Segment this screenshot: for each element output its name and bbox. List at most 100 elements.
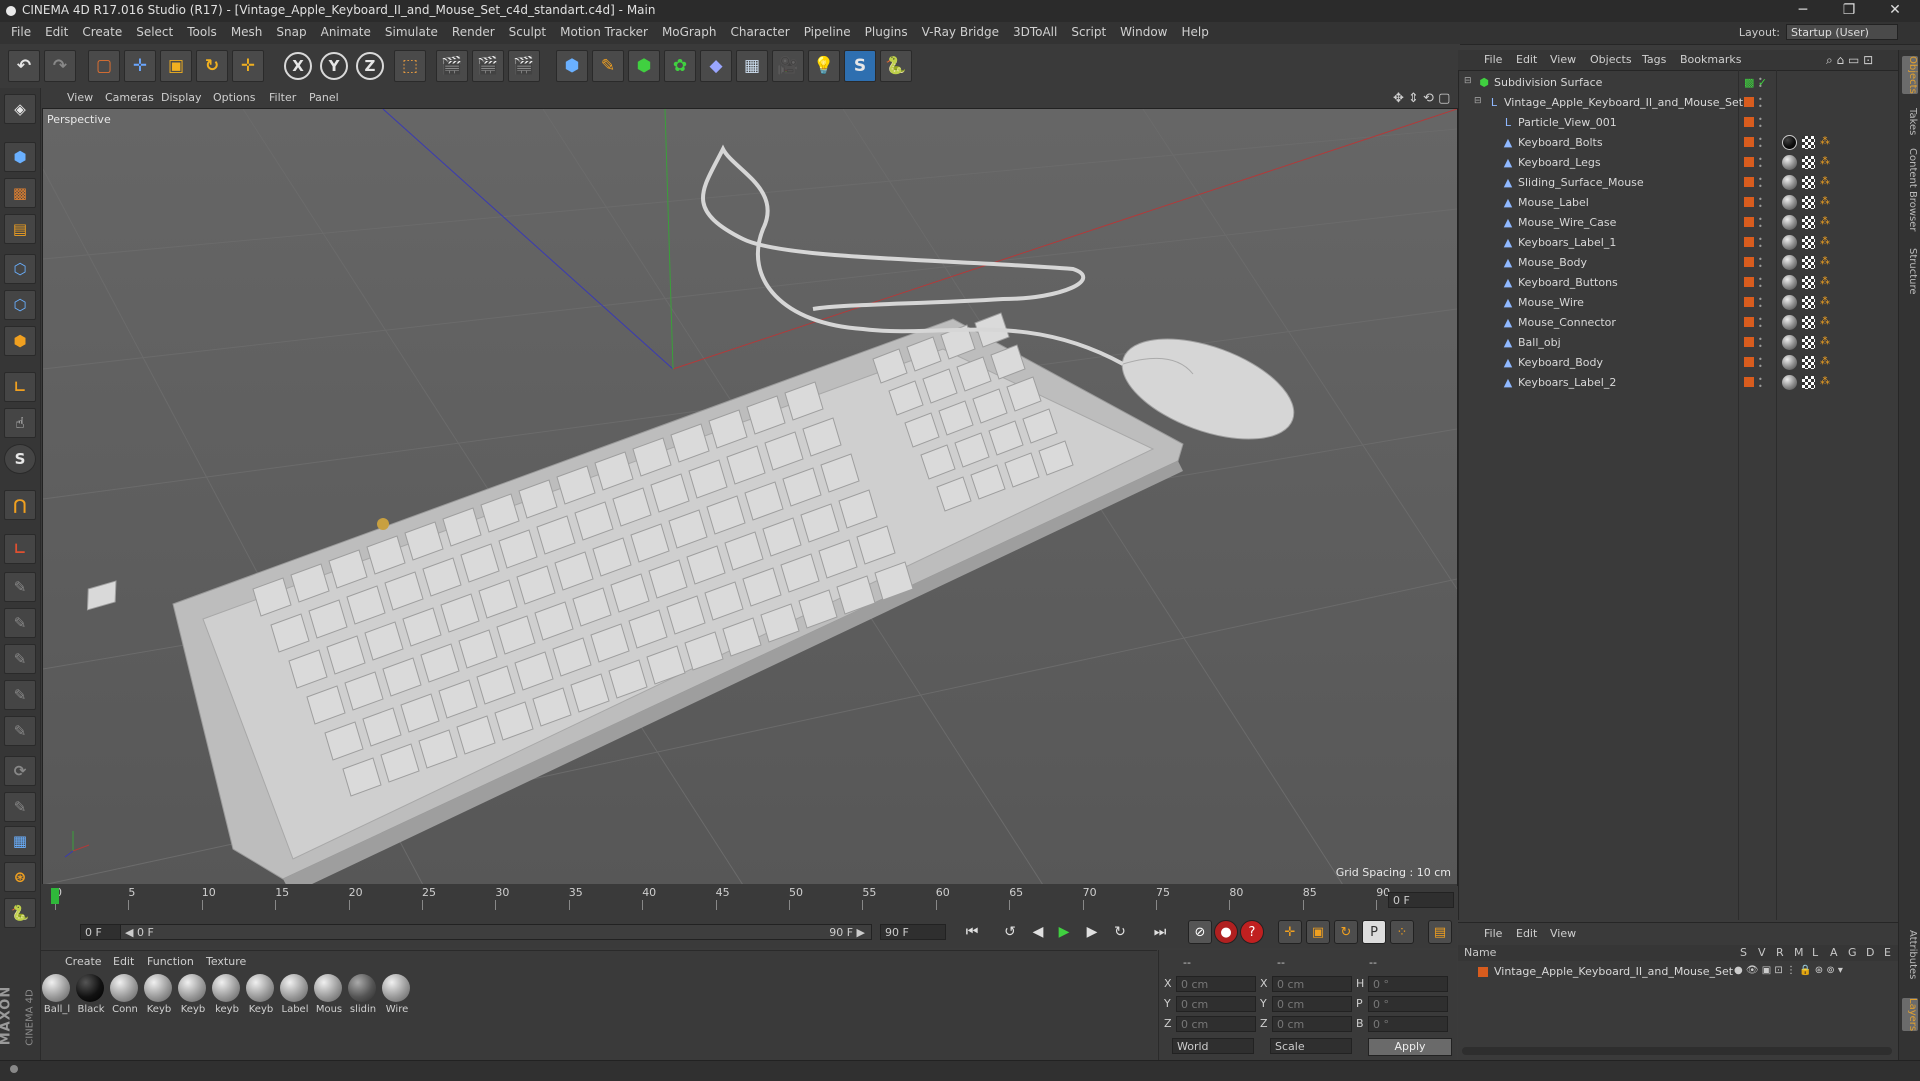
object-row[interactable]: ▲ Keyboard_Legs • • ⁂ [1460,153,1896,173]
vray-tag-icon[interactable]: ⁂ [1820,157,1830,167]
magnet-icon[interactable]: ⋂ [4,490,36,520]
layer-color-icon[interactable] [1744,137,1754,147]
menu-mograph[interactable]: MoGraph [655,25,724,39]
menu-motion-tracker[interactable]: Motion Tracker [553,25,655,39]
layer-scrollbar[interactable] [1462,1047,1892,1055]
tab-takes[interactable]: Takes [1902,108,1918,135]
layout-select[interactable]: Startup (User) [1786,24,1898,40]
scale-tool-icon[interactable]: ▣ [160,50,192,82]
layer-color-icon[interactable] [1744,217,1754,227]
menu-animate[interactable]: Animate [314,25,378,39]
python-script-icon[interactable]: 🐍 [4,898,36,928]
viewport-menu-panel[interactable]: Panel [309,91,339,104]
grid-lock-icon[interactable]: ▦ [4,826,36,856]
vray-tag-icon[interactable]: ⁂ [1820,377,1830,387]
layer-menu-file[interactable]: File [1484,927,1502,940]
material-tag-icon[interactable] [1782,335,1797,350]
transform-tool-icon[interactable]: ✛ [232,50,264,82]
axis-mode-icon[interactable]: ∟ [4,372,36,402]
subdivision-surface-icon[interactable]: ⬢ [628,50,660,82]
material-item[interactable]: Conn [110,974,138,1015]
key-parameter-icon[interactable]: P [1362,920,1386,944]
object-row[interactable]: ▲ Keyboard_Buttons • • ⁂ [1460,273,1896,293]
material-menu-edit[interactable]: Edit [113,955,134,968]
vray-tag-icon[interactable]: ⁂ [1820,257,1830,267]
minimize-button[interactable]: ─ [1780,0,1826,22]
render-settings-icon[interactable]: 🎬 [508,50,540,82]
menu-v-ray-bridge[interactable]: V-Ray Bridge [915,25,1006,39]
key-pla-icon[interactable]: ⁘ [1390,920,1414,944]
layer-color-icon[interactable] [1744,317,1754,327]
vray-icon[interactable]: S [844,50,876,82]
layer-menu-edit[interactable]: Edit [1516,927,1537,940]
object-row[interactable]: ⊟ L Vintage_Apple_Keyboard_II_and_Mouse_Se… [1460,93,1896,113]
pose-tool-icon[interactable]: ✎ [4,608,36,638]
visibility-dots-icon[interactable]: • • [1758,96,1764,111]
material-tag-icon[interactable] [1782,235,1797,250]
menu-edit[interactable]: Edit [38,25,75,39]
tweak-mode-icon[interactable]: ☝ [4,408,36,438]
layer-color-icon[interactable] [1744,97,1754,107]
material-tag-icon[interactable] [1782,215,1797,230]
perspective-viewport[interactable]: Perspective Grid Spacing : 10 cm [42,108,1458,886]
menu-select[interactable]: Select [129,25,180,39]
viewport-menu-cameras[interactable]: Cameras [105,91,154,104]
objects-menu-bookmarks[interactable]: Bookmarks [1680,53,1741,66]
key-rotation-icon[interactable]: ↻ [1334,920,1358,944]
material-item[interactable]: Wire [382,974,410,1015]
object-row[interactable]: ▲ Mouse_Connector • • ⁂ [1460,313,1896,333]
timeline-lock-icon[interactable]: ⊛ [4,862,36,892]
polygons-mode-icon[interactable]: ⬢ [4,326,36,356]
end-frame-field[interactable]: 90 F [880,924,946,940]
object-row[interactable]: ▲ Keyboard_Bolts • • ⁂ [1460,133,1896,153]
visibility-dots-icon[interactable]: • • [1758,256,1764,271]
menu-window[interactable]: Window [1113,25,1174,39]
lasso-tool-icon[interactable]: ⟳ [4,756,36,786]
vray-tag-icon[interactable]: ⁂ [1820,297,1830,307]
material-tag-icon[interactable] [1782,275,1797,290]
layer-color-icon[interactable] [1744,377,1754,387]
menu-character[interactable]: Character [723,25,796,39]
material-menu-texture[interactable]: Texture [206,955,246,968]
material-item[interactable]: slidin [348,974,376,1015]
objects-menu-edit[interactable]: Edit [1516,53,1537,66]
object-row[interactable]: ▲ Keyboard_Body • • ⁂ [1460,353,1896,373]
go-to-end-icon[interactable]: ⏭ [1148,920,1172,944]
timeline-menu-icon[interactable]: ▤ [1428,920,1452,944]
vray-tag-icon[interactable]: ⁂ [1820,177,1830,187]
render-view-icon[interactable]: 🎬 [436,50,468,82]
material-item[interactable]: Keyb [144,974,172,1015]
redo-button[interactable]: ↷ [44,50,76,82]
menu-simulate[interactable]: Simulate [378,25,445,39]
layer-menu-view[interactable]: View [1550,927,1576,940]
viewport-menu-filter[interactable]: Filter [269,91,296,104]
texture-tag-icon[interactable] [1802,256,1815,269]
tab-content-browser[interactable]: Content Browser [1902,148,1918,231]
frame-range-slider[interactable]: ◀ 0 F 90 F ▶ [120,924,872,940]
material-tag-icon[interactable] [1782,155,1797,170]
tab-structure[interactable]: Structure [1902,248,1918,295]
coord-value-field[interactable]: 0 cm [1272,976,1352,992]
workplane-icon[interactable]: ▤ [4,214,36,244]
coord-value-field[interactable]: 0 cm [1272,1016,1352,1032]
layer-color-icon[interactable] [1744,197,1754,207]
camera-icon[interactable]: 🎥 [772,50,804,82]
viewport-menu-view[interactable]: View [67,91,93,104]
y-axis-lock-button[interactable]: Y [320,52,348,80]
coords-mode-world-select[interactable]: World [1172,1038,1254,1054]
layer-color-icon[interactable] [1744,117,1754,127]
vray-tag-icon[interactable]: ⁂ [1820,317,1830,327]
object-row[interactable]: ⊟ ⬢ Subdivision Surface ▩ ✓ • • [1460,73,1896,93]
key-scale-icon[interactable]: ▣ [1306,920,1330,944]
texture-tag-icon[interactable] [1802,236,1815,249]
menu-pipeline[interactable]: Pipeline [797,25,858,39]
texture-mode-icon[interactable]: ▩ [4,178,36,208]
material-tag-icon[interactable] [1782,295,1797,310]
texture-tag-icon[interactable] [1802,316,1815,329]
timeline-ruler[interactable]: 051015202530354045505560657075808590 [41,884,1457,914]
coord-value-field[interactable]: 0 ° [1368,1016,1448,1032]
live-selection-icon[interactable]: ▢ [88,50,120,82]
menu-help[interactable]: Help [1174,25,1215,39]
visibility-dots-icon[interactable]: • • [1758,316,1764,331]
material-tag-icon[interactable] [1782,195,1797,210]
